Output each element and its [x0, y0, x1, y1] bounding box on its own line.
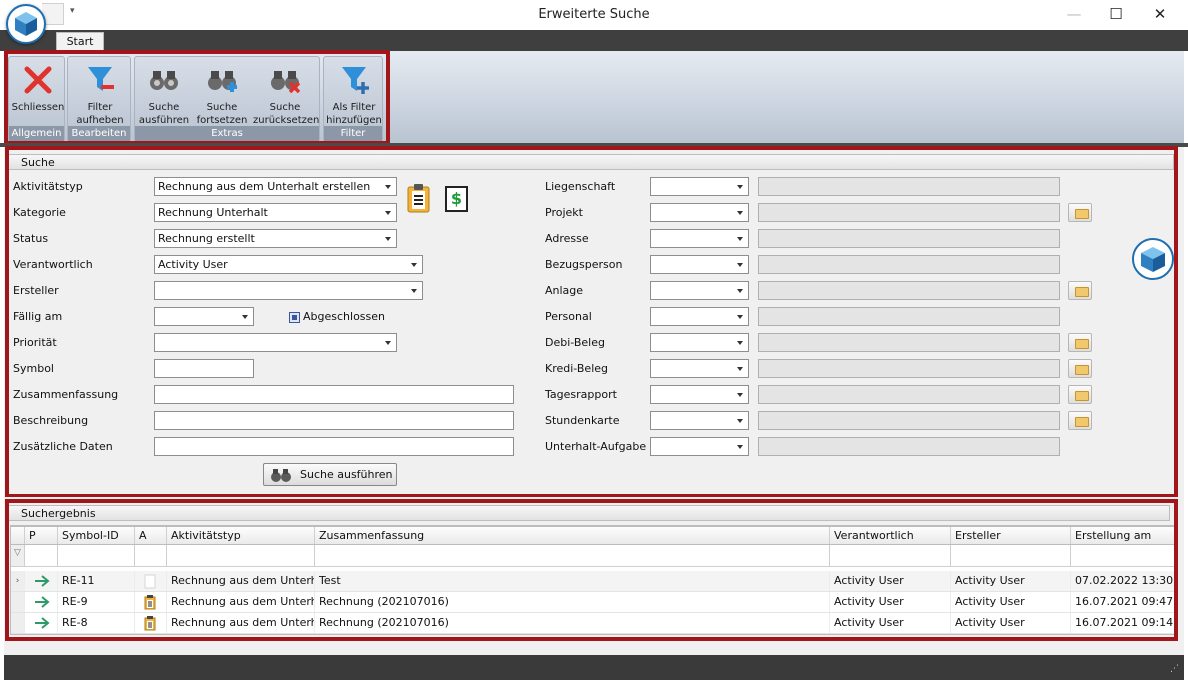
- ribbon-highlight-frame: [4, 50, 390, 145]
- tab-start[interactable]: Start: [56, 32, 104, 51]
- maximize-button[interactable]: ☐: [1096, 4, 1136, 26]
- ribbon-tab-bar: [0, 30, 1188, 51]
- suche-highlight-frame: [5, 146, 1178, 498]
- close-window-button[interactable]: ✕: [1140, 4, 1180, 26]
- minimize-button[interactable]: —: [1054, 4, 1094, 26]
- window-title: Erweiterte Suche: [538, 7, 650, 22]
- status-bar: [4, 655, 1184, 680]
- results-highlight-frame: [5, 499, 1178, 641]
- resize-grip-icon[interactable]: ⋰: [1170, 664, 1179, 674]
- app-logo-icon[interactable]: [6, 4, 46, 44]
